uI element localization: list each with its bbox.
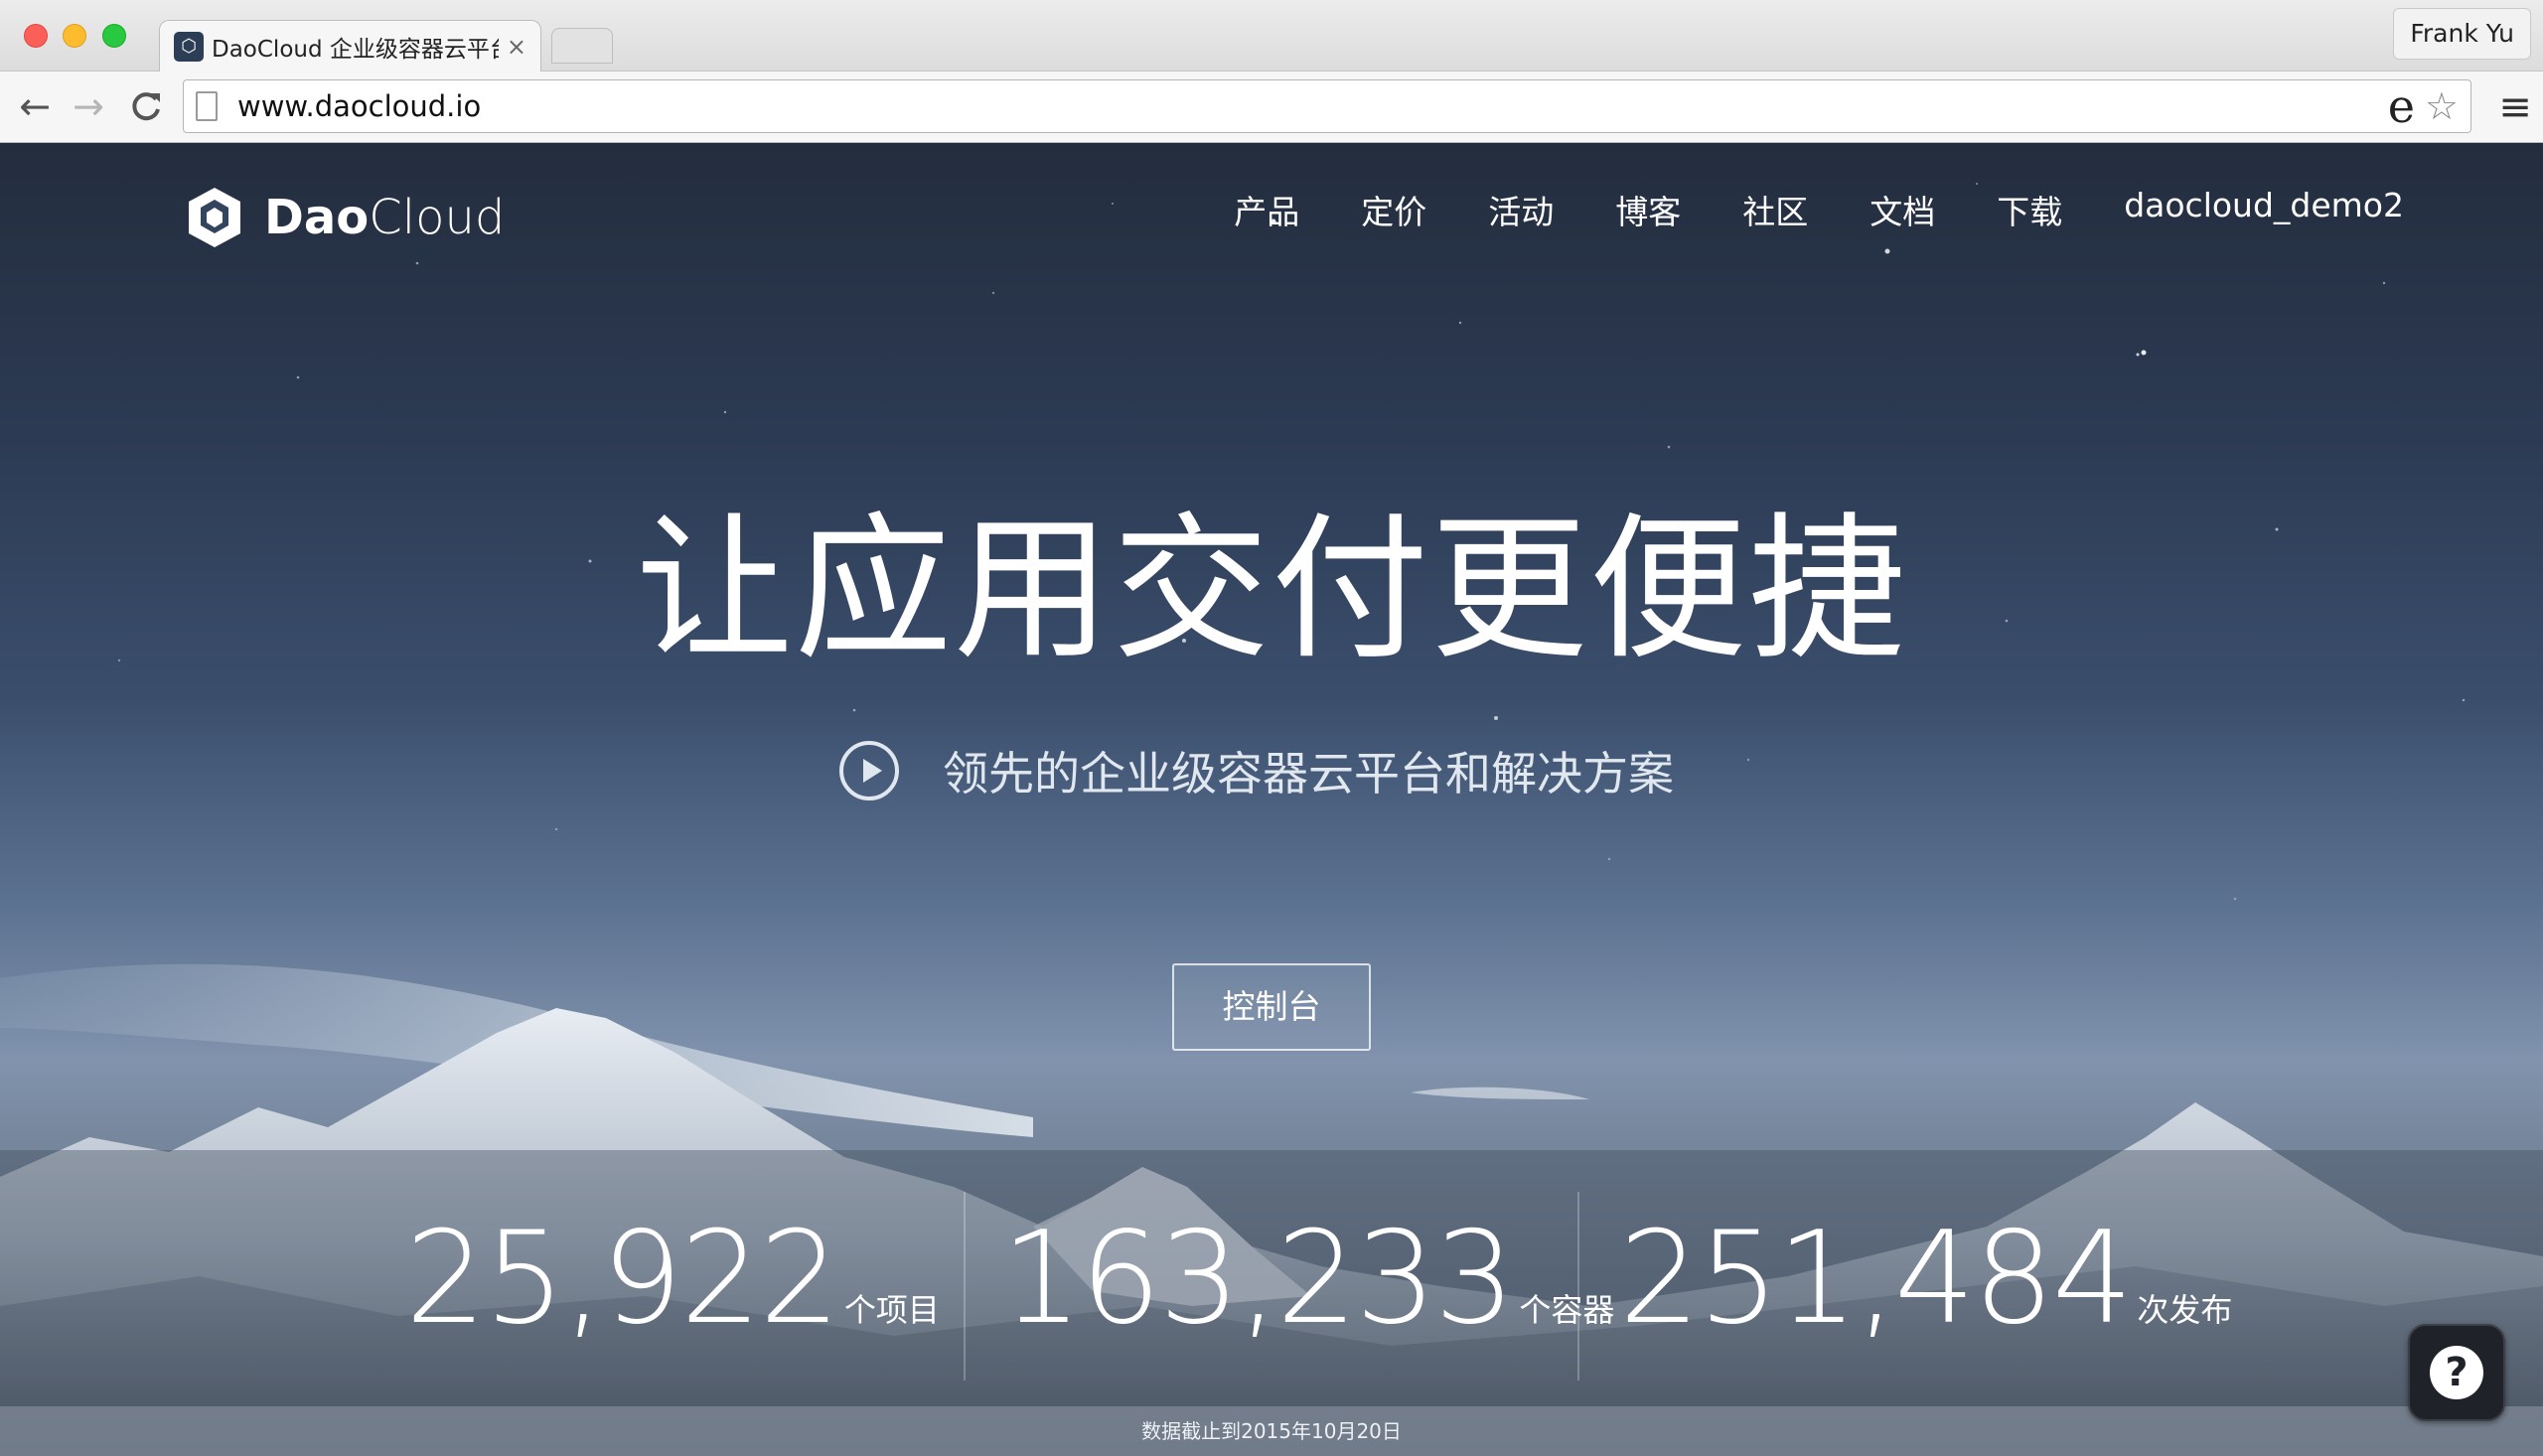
nav-user-account[interactable]: daocloud_demo2 xyxy=(2124,186,2404,233)
tab-close-icon[interactable]: × xyxy=(507,33,526,61)
url-text[interactable]: www.daocloud.io xyxy=(237,89,2388,123)
brand-name: DaoCloud xyxy=(264,190,506,245)
nav-blog[interactable]: 博客 xyxy=(1615,186,1681,233)
browser-tab-bar: ⬡ DaoCloud 企业级容器云平台 × Frank Yu xyxy=(0,0,2543,73)
page-viewport: DaoCloud 产品 定价 活动 博客 社区 文档 下载 daocloud_d… xyxy=(0,144,2543,1456)
zoom-window-button[interactable] xyxy=(102,24,126,48)
stat-projects-unit: 个项目 xyxy=(843,1291,940,1329)
play-video-icon[interactable] xyxy=(837,739,901,802)
forward-arrow-icon[interactable]: → xyxy=(66,83,111,129)
nav-events[interactable]: 活动 xyxy=(1488,186,1554,233)
page-icon xyxy=(196,91,218,121)
browser-menu-icon[interactable]: ≡ xyxy=(2497,87,2533,127)
stats-divider xyxy=(964,1192,966,1381)
stat-containers-unit: 个容器 xyxy=(1519,1291,1615,1329)
stats-band: 25,922 个项目 163,233 个容器 251,484 次发布 xyxy=(0,1150,2543,1406)
nav-products[interactable]: 产品 xyxy=(1234,186,1299,233)
back-arrow-icon[interactable]: ← xyxy=(12,83,58,129)
nav-docs[interactable]: 文档 xyxy=(1870,186,1935,233)
stat-releases-unit: 次发布 xyxy=(2137,1291,2233,1329)
reload-icon[interactable] xyxy=(123,83,169,129)
help-button[interactable]: ? xyxy=(2408,1324,2505,1421)
stat-projects: 25,922 个项目 xyxy=(405,1205,940,1353)
nav-download[interactable]: 下载 xyxy=(1997,186,2062,233)
minimize-window-button[interactable] xyxy=(63,24,86,48)
stat-containers-value: 163,233 xyxy=(1001,1205,1515,1353)
browser-tab-active[interactable]: ⬡ DaoCloud 企业级容器云平台 × xyxy=(159,20,541,73)
address-bar[interactable]: www.daocloud.io e ☆ xyxy=(183,79,2471,133)
stats-footnote: 数据截止到2015年10月20日 xyxy=(0,1406,2543,1456)
tab-title: DaoCloud 企业级容器云平台 xyxy=(212,37,499,63)
close-window-button[interactable] xyxy=(24,24,48,48)
new-tab-button[interactable] xyxy=(551,28,613,64)
site-header: DaoCloud 产品 定价 活动 博客 社区 文档 下载 daocloud_d… xyxy=(0,144,2543,273)
hero-subtitle-row: 领先的企业级容器云平台和解决方案 xyxy=(837,738,1674,803)
nav-community[interactable]: 社区 xyxy=(1742,186,1808,233)
daocloud-logo-icon xyxy=(189,188,240,247)
extension-e-icon[interactable]: e xyxy=(2388,79,2415,133)
stat-containers: 163,233 个容器 xyxy=(1001,1205,1615,1353)
help-question-icon: ? xyxy=(2430,1346,2483,1399)
bookmark-star-icon[interactable]: ☆ xyxy=(2425,84,2459,128)
nav-pricing[interactable]: 定价 xyxy=(1361,186,1426,233)
daocloud-logo[interactable]: DaoCloud xyxy=(185,186,505,249)
main-nav: 产品 定价 活动 博客 社区 文档 下载 daocloud_demo2 xyxy=(1234,186,2404,233)
hero-title: 让应用交付更便捷 xyxy=(636,499,1907,681)
stats-divider xyxy=(1577,1192,1579,1381)
stat-projects-value: 25,922 xyxy=(405,1205,840,1353)
browser-toolbar: ← → www.daocloud.io e ☆ ≡ xyxy=(0,72,2543,143)
console-button[interactable]: 控制台 xyxy=(1172,963,1371,1051)
stat-releases-value: 251,484 xyxy=(1619,1205,2133,1353)
stat-releases: 251,484 次发布 xyxy=(1619,1205,2233,1353)
hero-subtitle: 领先的企业级容器云平台和解决方案 xyxy=(943,747,1674,801)
profile-button[interactable]: Frank Yu xyxy=(2393,8,2531,60)
daocloud-favicon-icon: ⬡ xyxy=(174,32,204,62)
